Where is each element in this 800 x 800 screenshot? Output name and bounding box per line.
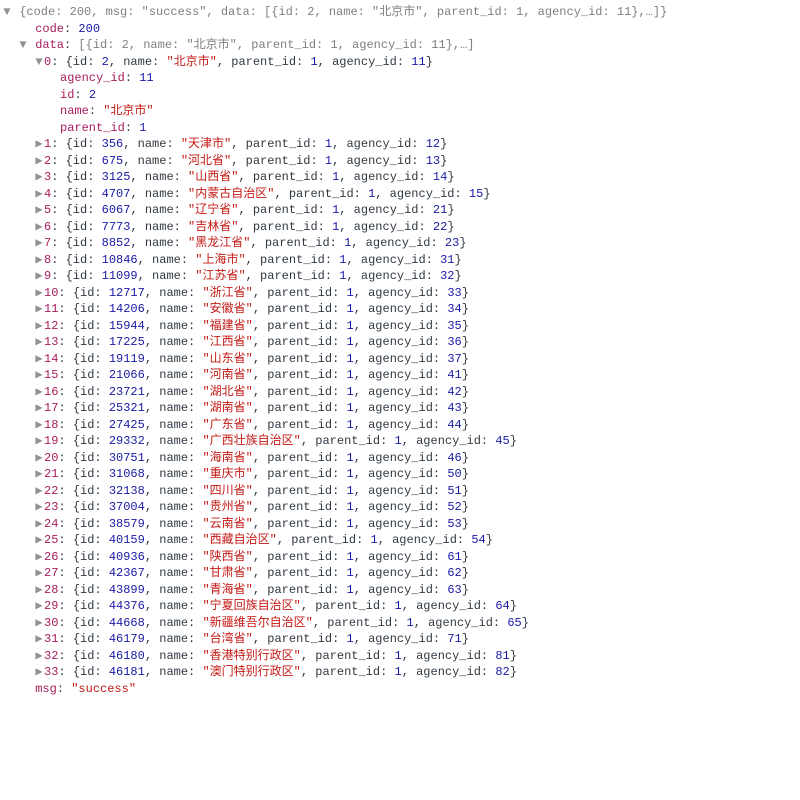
disclosure-right-icon[interactable]: ▶ [34,450,44,467]
array-entry[interactable]: ▶6: {id: 7773, name: "吉林省", parent_id: 1… [2,219,800,236]
disclosure-down-icon[interactable]: ▼ [18,37,28,54]
disclosure-right-icon[interactable]: ▶ [34,219,44,236]
json-prop[interactable]: id: 2 [2,87,800,104]
disclosure-right-icon[interactable]: ▶ [34,664,44,681]
disclosure-right-icon[interactable]: ▶ [34,417,44,434]
array-entry[interactable]: ▶1: {id: 356, name: "天津市", parent_id: 1,… [2,136,800,153]
array-entry[interactable]: ▶33: {id: 46181, name: "澳门特别行政区", parent… [2,664,800,681]
array-entry[interactable]: ▶2: {id: 675, name: "河北省", parent_id: 1,… [2,153,800,170]
array-entry[interactable]: ▶8: {id: 10846, name: "上海市", parent_id: … [2,252,800,269]
json-prop-data[interactable]: ▼ data: [{id: 2, name: "北京市", parent_id:… [2,37,800,54]
array-entry[interactable]: ▶20: {id: 30751, name: "海南省", parent_id:… [2,450,800,467]
disclosure-right-icon[interactable]: ▶ [34,648,44,665]
json-tree: ▼ {code: 200, msg: "success", data: [{id… [0,0,800,701]
disclosure-right-icon[interactable]: ▶ [34,136,44,153]
json-prop[interactable]: parent_id: 1 [2,120,800,137]
array-entry[interactable]: ▶28: {id: 43899, name: "青海省", parent_id:… [2,582,800,599]
array-entry[interactable]: ▶30: {id: 44668, name: "新疆维吾尔自治区", paren… [2,615,800,632]
array-entry[interactable]: ▶19: {id: 29332, name: "广西壮族自治区", parent… [2,433,800,450]
array-entry[interactable]: ▶29: {id: 44376, name: "宁夏回族自治区", parent… [2,598,800,615]
array-entry[interactable]: ▶12: {id: 15944, name: "福建省", parent_id:… [2,318,800,335]
array-entry[interactable]: ▶4: {id: 4707, name: "内蒙古自治区", parent_id… [2,186,800,203]
disclosure-right-icon[interactable]: ▶ [34,186,44,203]
array-entry[interactable]: ▶27: {id: 42367, name: "甘肃省", parent_id:… [2,565,800,582]
array-entry[interactable]: ▶9: {id: 11099, name: "江苏省", parent_id: … [2,268,800,285]
disclosure-right-icon[interactable]: ▶ [34,153,44,170]
disclosure-right-icon[interactable]: ▶ [34,334,44,351]
disclosure-right-icon[interactable]: ▶ [34,169,44,186]
array-entry[interactable]: ▶5: {id: 6067, name: "辽宁省", parent_id: 1… [2,202,800,219]
disclosure-right-icon[interactable]: ▶ [34,318,44,335]
disclosure-right-icon[interactable]: ▶ [34,285,44,302]
json-prop[interactable]: name: "北京市" [2,103,800,120]
array-entry[interactable]: ▶17: {id: 25321, name: "湖南省", parent_id:… [2,400,800,417]
json-root-line[interactable]: ▼ {code: 200, msg: "success", data: [{id… [2,4,800,21]
disclosure-right-icon[interactable]: ▶ [34,598,44,615]
msg-value: "success" [71,682,136,696]
array-entry[interactable]: ▶25: {id: 40159, name: "西藏自治区", parent_i… [2,532,800,549]
array-entry[interactable]: ▶3: {id: 3125, name: "山西省", parent_id: 1… [2,169,800,186]
disclosure-down-icon[interactable]: ▼ [2,4,12,21]
disclosure-right-icon[interactable]: ▶ [34,433,44,450]
disclosure-right-icon[interactable]: ▶ [34,565,44,582]
data-array: ▼0: {id: 2, name: "北京市", parent_id: 1, a… [2,54,800,681]
array-entry[interactable]: ▶11: {id: 14206, name: "安徽省", parent_id:… [2,301,800,318]
array-entry[interactable]: ▶7: {id: 8852, name: "黑龙江省", parent_id: … [2,235,800,252]
array-entry[interactable]: ▼0: {id: 2, name: "北京市", parent_id: 1, a… [2,54,800,71]
array-entry[interactable]: ▶31: {id: 46179, name: "台湾省", parent_id:… [2,631,800,648]
array-entry[interactable]: ▶14: {id: 19119, name: "山东省", parent_id:… [2,351,800,368]
array-entry[interactable]: ▶18: {id: 27425, name: "广东省", parent_id:… [2,417,800,434]
disclosure-right-icon[interactable]: ▶ [34,268,44,285]
array-entry[interactable]: ▶15: {id: 21066, name: "河南省", parent_id:… [2,367,800,384]
array-entry[interactable]: ▶32: {id: 46180, name: "香港特别行政区", parent… [2,648,800,665]
disclosure-right-icon[interactable]: ▶ [34,252,44,269]
json-prop-msg[interactable]: msg: "success" [2,681,800,698]
array-entry[interactable]: ▶24: {id: 38579, name: "云南省", parent_id:… [2,516,800,533]
array-entry[interactable]: ▶22: {id: 32138, name: "四川省", parent_id:… [2,483,800,500]
array-entry[interactable]: ▶23: {id: 37004, name: "贵州省", parent_id:… [2,499,800,516]
disclosure-right-icon[interactable]: ▶ [34,351,44,368]
disclosure-right-icon[interactable]: ▶ [34,549,44,566]
disclosure-right-icon[interactable]: ▶ [34,400,44,417]
disclosure-right-icon[interactable]: ▶ [34,615,44,632]
disclosure-right-icon[interactable]: ▶ [34,235,44,252]
disclosure-down-icon[interactable]: ▼ [34,54,44,71]
disclosure-right-icon[interactable]: ▶ [34,384,44,401]
disclosure-right-icon[interactable]: ▶ [34,466,44,483]
json-prop[interactable]: agency_id: 11 [2,70,800,87]
disclosure-right-icon[interactable]: ▶ [34,499,44,516]
array-entry[interactable]: ▶13: {id: 17225, name: "江西省", parent_id:… [2,334,800,351]
array-entry[interactable]: ▶26: {id: 40936, name: "陕西省", parent_id:… [2,549,800,566]
disclosure-right-icon[interactable]: ▶ [34,301,44,318]
disclosure-right-icon[interactable]: ▶ [34,367,44,384]
disclosure-right-icon[interactable]: ▶ [34,202,44,219]
root-preview: {code: 200, msg: "success", data: [{id: … [19,5,667,19]
disclosure-right-icon[interactable]: ▶ [34,483,44,500]
disclosure-right-icon[interactable]: ▶ [34,532,44,549]
disclosure-right-icon[interactable]: ▶ [34,516,44,533]
disclosure-right-icon[interactable]: ▶ [34,582,44,599]
disclosure-right-icon[interactable]: ▶ [34,631,44,648]
array-entry[interactable]: ▶16: {id: 23721, name: "湖北省", parent_id:… [2,384,800,401]
array-entry[interactable]: ▶21: {id: 31068, name: "重庆市", parent_id:… [2,466,800,483]
array-entry[interactable]: ▶10: {id: 12717, name: "浙江省", parent_id:… [2,285,800,302]
json-prop-code[interactable]: code: 200 [2,21,800,38]
